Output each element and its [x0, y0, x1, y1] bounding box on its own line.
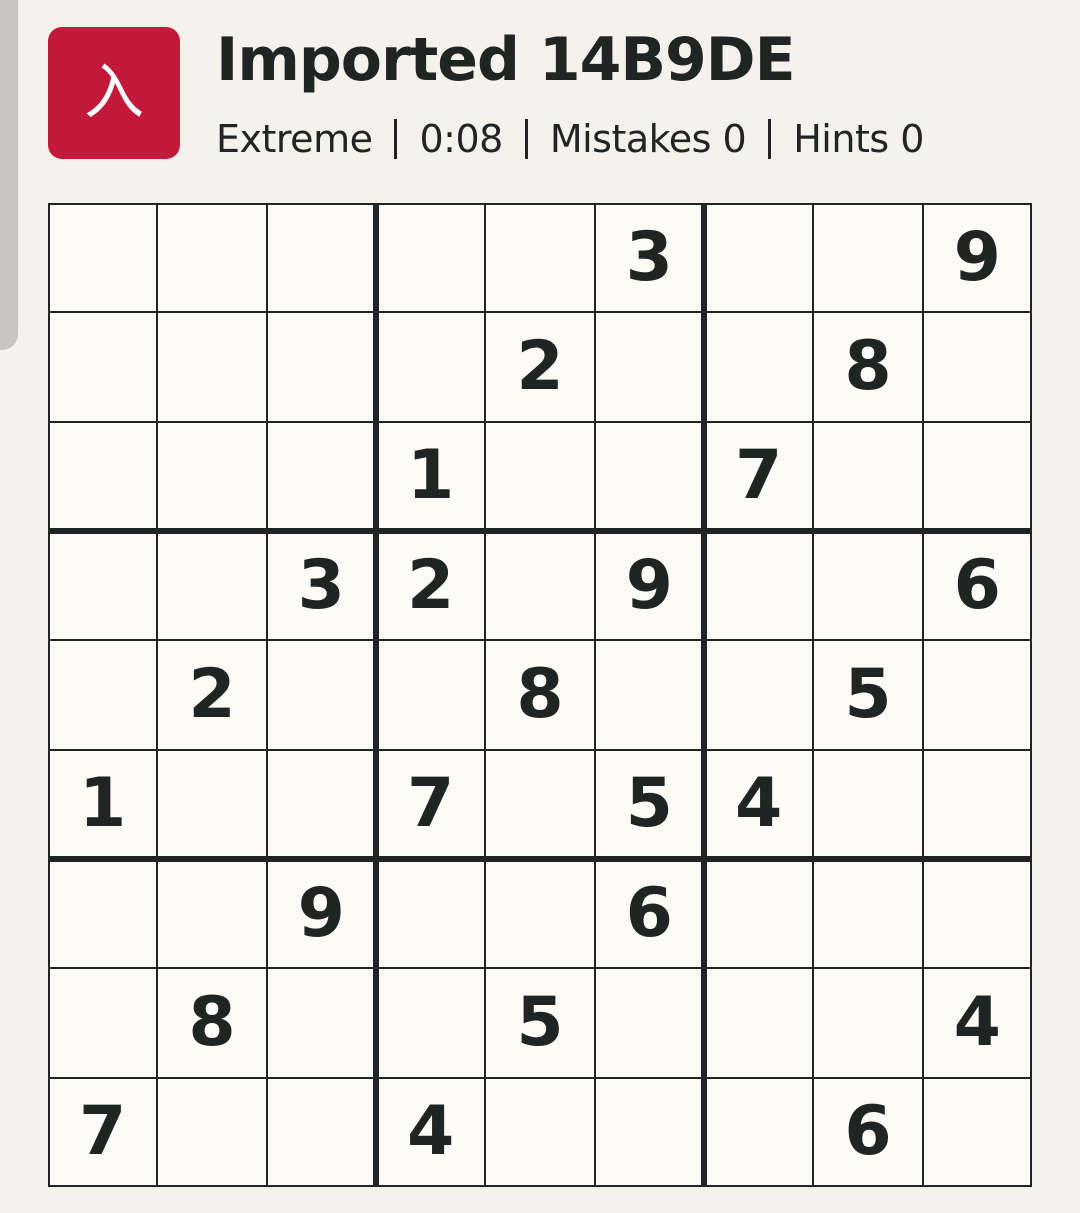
side-drawer-handle[interactable] — [0, 0, 18, 350]
sudoku-cell-r4c5[interactable] — [485, 531, 594, 640]
app-logo-glyph: 入 — [84, 58, 144, 128]
sudoku-cell-r1c5[interactable] — [485, 203, 594, 312]
sudoku-cell-r2c7[interactable] — [704, 312, 813, 421]
sudoku-cell-r9c8[interactable]: 6 — [813, 1078, 922, 1187]
sudoku-cell-r8c1[interactable] — [48, 968, 157, 1077]
sudoku-cell-r5c6[interactable] — [595, 640, 704, 749]
sudoku-cell-r7c6[interactable]: 6 — [595, 859, 704, 968]
sudoku-cell-r5c5[interactable]: 8 — [485, 640, 594, 749]
sudoku-cell-r3c1[interactable] — [48, 422, 157, 531]
sudoku-cell-r1c1[interactable] — [48, 203, 157, 312]
sudoku-cell-r5c7[interactable] — [704, 640, 813, 749]
sudoku-cell-r1c7[interactable] — [704, 203, 813, 312]
sudoku-cell-r6c6[interactable]: 5 — [595, 750, 704, 859]
sudoku-cell-r2c4[interactable] — [376, 312, 485, 421]
sudoku-cell-r2c6[interactable] — [595, 312, 704, 421]
sudoku-cell-r4c2[interactable] — [157, 531, 266, 640]
sudoku-cell-r2c5[interactable]: 2 — [485, 312, 594, 421]
sudoku-cell-r5c1[interactable] — [48, 640, 157, 749]
sudoku-cell-r3c6[interactable] — [595, 422, 704, 531]
sudoku-cell-r6c4[interactable]: 7 — [376, 750, 485, 859]
sudoku-cell-r3c7[interactable]: 7 — [704, 422, 813, 531]
separator — [394, 119, 398, 159]
sudoku-cell-r4c7[interactable] — [704, 531, 813, 640]
sudoku-cell-r6c5[interactable] — [485, 750, 594, 859]
sudoku-cell-r4c3[interactable]: 3 — [267, 531, 376, 640]
sudoku-cell-r1c6[interactable]: 3 — [595, 203, 704, 312]
sudoku-cell-r5c8[interactable]: 5 — [813, 640, 922, 749]
sudoku-cell-r2c2[interactable] — [157, 312, 266, 421]
sudoku-cell-r4c1[interactable] — [48, 531, 157, 640]
sudoku-cell-r8c5[interactable]: 5 — [485, 968, 594, 1077]
separator — [768, 119, 772, 159]
sudoku-cell-r5c3[interactable] — [267, 640, 376, 749]
timer: 0:08 — [419, 117, 503, 161]
sudoku-cell-r3c5[interactable] — [485, 422, 594, 531]
sudoku-cell-r7c7[interactable] — [704, 859, 813, 968]
sudoku-cell-r8c3[interactable] — [267, 968, 376, 1077]
sudoku-cell-r3c4[interactable]: 1 — [376, 422, 485, 531]
sudoku-cell-r7c9[interactable] — [923, 859, 1032, 968]
sudoku-cell-r2c3[interactable] — [267, 312, 376, 421]
sudoku-cell-r2c1[interactable] — [48, 312, 157, 421]
sudoku-cell-r8c4[interactable] — [376, 968, 485, 1077]
sudoku-cell-r2c8[interactable]: 8 — [813, 312, 922, 421]
sudoku-cell-r8c6[interactable] — [595, 968, 704, 1077]
separator — [524, 119, 528, 159]
difficulty-label: Extreme — [216, 117, 373, 161]
sudoku-cell-r7c8[interactable] — [813, 859, 922, 968]
sudoku-cell-r9c9[interactable] — [923, 1078, 1032, 1187]
sudoku-cell-r1c2[interactable] — [157, 203, 266, 312]
sudoku-cell-r3c9[interactable] — [923, 422, 1032, 531]
sudoku-cell-r6c7[interactable]: 4 — [704, 750, 813, 859]
sudoku-cell-r9c7[interactable] — [704, 1078, 813, 1187]
hints-counter: Hints 0 — [793, 117, 924, 161]
sudoku-cell-r1c9[interactable]: 9 — [923, 203, 1032, 312]
sudoku-cell-r7c2[interactable] — [157, 859, 266, 968]
sudoku-cell-r7c5[interactable] — [485, 859, 594, 968]
sudoku-board: 3928173296285175496854746 — [48, 203, 1032, 1187]
sudoku-cell-r7c3[interactable]: 9 — [267, 859, 376, 968]
sudoku-cell-r8c8[interactable] — [813, 968, 922, 1077]
mistakes-counter: Mistakes 0 — [549, 117, 747, 161]
sudoku-cell-r4c6[interactable]: 9 — [595, 531, 704, 640]
sudoku-cell-r3c2[interactable] — [157, 422, 266, 531]
sudoku-cell-r5c2[interactable]: 2 — [157, 640, 266, 749]
sudoku-cell-r8c2[interactable]: 8 — [157, 968, 266, 1077]
sudoku-cell-r3c3[interactable] — [267, 422, 376, 531]
sudoku-cell-r9c1[interactable]: 7 — [48, 1078, 157, 1187]
status-bar: Extreme 0:08 Mistakes 0 Hints 0 — [216, 114, 924, 164]
sudoku-cell-r8c9[interactable]: 4 — [923, 968, 1032, 1077]
app-logo-icon: 入 — [48, 27, 180, 159]
sudoku-cell-r5c9[interactable] — [923, 640, 1032, 749]
sudoku-cell-r1c4[interactable] — [376, 203, 485, 312]
sudoku-cell-r9c2[interactable] — [157, 1078, 266, 1187]
sudoku-cell-r9c4[interactable]: 4 — [376, 1078, 485, 1187]
sudoku-cell-r6c3[interactable] — [267, 750, 376, 859]
sudoku-cell-r1c3[interactable] — [267, 203, 376, 312]
puzzle-title: Imported 14B9DE — [216, 25, 796, 95]
sudoku-cell-r4c8[interactable] — [813, 531, 922, 640]
sudoku-cell-r8c7[interactable] — [704, 968, 813, 1077]
sudoku-cell-r9c5[interactable] — [485, 1078, 594, 1187]
sudoku-cell-r6c8[interactable] — [813, 750, 922, 859]
sudoku-cell-r4c4[interactable]: 2 — [376, 531, 485, 640]
sudoku-cell-r7c4[interactable] — [376, 859, 485, 968]
sudoku-cell-r6c9[interactable] — [923, 750, 1032, 859]
sudoku-cell-r5c4[interactable] — [376, 640, 485, 749]
sudoku-cell-r4c9[interactable]: 6 — [923, 531, 1032, 640]
sudoku-cell-r6c2[interactable] — [157, 750, 266, 859]
sudoku-cell-r7c1[interactable] — [48, 859, 157, 968]
sudoku-cell-r1c8[interactable] — [813, 203, 922, 312]
sudoku-cell-r6c1[interactable]: 1 — [48, 750, 157, 859]
sudoku-cell-r2c9[interactable] — [923, 312, 1032, 421]
sudoku-cell-r3c8[interactable] — [813, 422, 922, 531]
sudoku-cell-r9c6[interactable] — [595, 1078, 704, 1187]
sudoku-cell-r9c3[interactable] — [267, 1078, 376, 1187]
